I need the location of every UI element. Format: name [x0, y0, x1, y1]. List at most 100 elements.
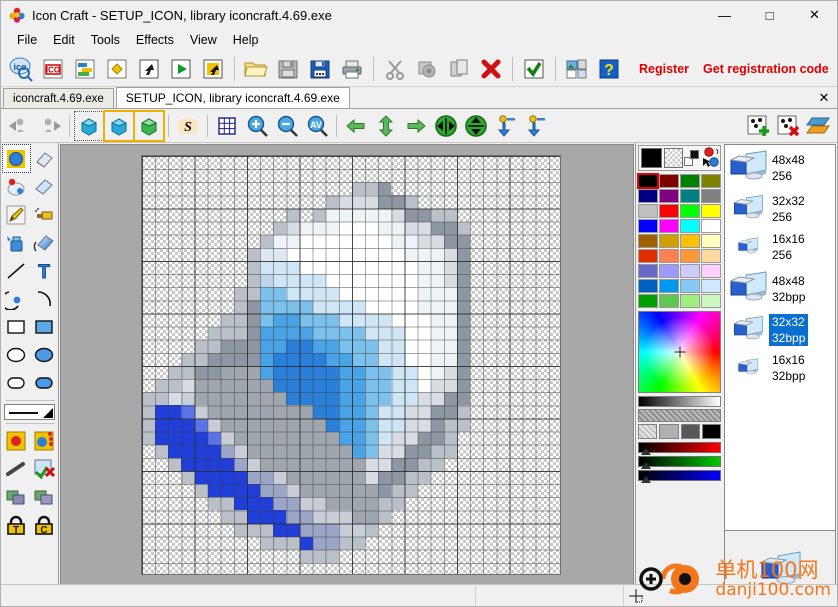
canvas-pixel[interactable] — [417, 326, 431, 340]
close-button[interactable]: ✕ — [792, 1, 837, 29]
color-swatch[interactable] — [659, 174, 679, 188]
save-icon[interactable] — [273, 54, 303, 84]
canvas-pixel[interactable] — [338, 313, 352, 327]
canvas-pixel[interactable] — [378, 208, 392, 222]
menu-edit[interactable]: Edit — [45, 31, 83, 49]
canvas-pixel[interactable] — [312, 339, 326, 353]
canvas-pixel[interactable] — [312, 510, 326, 524]
color-swatch[interactable] — [680, 219, 700, 233]
canvas-pixel[interactable] — [404, 313, 418, 327]
canvas-pixel[interactable] — [155, 392, 169, 406]
canvas-pixel[interactable] — [378, 326, 392, 340]
canvas-pixel[interactable] — [207, 392, 221, 406]
canvas-pixel[interactable] — [365, 484, 379, 498]
canvas-pixel[interactable] — [286, 444, 300, 458]
canvas-pixel[interactable] — [260, 392, 274, 406]
canvas-pixel[interactable] — [299, 497, 313, 511]
canvas-pixel[interactable] — [220, 379, 234, 393]
lock-color-tool[interactable]: C — [30, 511, 57, 538]
canvas-pixel[interactable] — [417, 444, 431, 458]
import-icon[interactable] — [198, 54, 228, 84]
canvas-pixel[interactable] — [142, 418, 156, 432]
menu-view[interactable]: View — [182, 31, 225, 49]
canvas-pixel[interactable] — [352, 195, 366, 209]
canvas-pixel[interactable] — [181, 352, 195, 366]
canvas-pixel[interactable] — [312, 261, 326, 275]
smooth-icon[interactable]: S — [174, 112, 202, 140]
canvas-pixel[interactable] — [352, 379, 366, 393]
alpha-row[interactable] — [638, 424, 721, 439]
canvas-pixel[interactable] — [352, 313, 366, 327]
canvas-pixel[interactable] — [260, 247, 274, 261]
color-swatch-grid[interactable] — [637, 173, 721, 308]
canvas-pixel[interactable] — [365, 195, 379, 209]
canvas-pixel[interactable] — [404, 208, 418, 222]
canvas-pixel[interactable] — [338, 208, 352, 222]
canvas-pixel[interactable] — [443, 418, 457, 432]
canvas-pixel[interactable] — [286, 471, 300, 485]
new-icon-icon[interactable]: ICO — [38, 54, 68, 84]
canvas-pixel[interactable] — [404, 392, 418, 406]
curve-tool[interactable] — [30, 285, 57, 312]
canvas-pixel[interactable] — [220, 326, 234, 340]
red-slider-knob[interactable] — [641, 448, 651, 455]
canvas-pixel[interactable] — [443, 352, 457, 366]
rotate-right-icon[interactable] — [402, 112, 430, 140]
canvas-pixel[interactable] — [352, 536, 366, 550]
canvas-pixel[interactable] — [207, 366, 221, 380]
canvas-pixel[interactable] — [260, 234, 274, 248]
cut-icon[interactable] — [380, 54, 410, 84]
color-swatch[interactable] — [701, 264, 721, 278]
canvas-pixel[interactable] — [365, 261, 379, 275]
flip-horizontal-icon[interactable] — [432, 112, 460, 140]
list-item[interactable]: 16x16 32bpp — [725, 349, 835, 387]
canvas-pixel[interactable] — [338, 300, 352, 314]
canvas-pixel[interactable] — [457, 221, 471, 235]
canvas-pixel[interactable] — [378, 431, 392, 445]
canvas-pixel[interactable] — [443, 339, 457, 353]
canvas-pixel[interactable] — [443, 247, 457, 261]
canvas-pixel[interactable] — [391, 484, 405, 498]
canvas-pixel[interactable] — [247, 274, 261, 288]
canvas-pixel[interactable] — [404, 261, 418, 275]
canvas-pixel[interactable] — [155, 418, 169, 432]
canvas-pixel[interactable] — [430, 234, 444, 248]
canvas-pixel[interactable] — [430, 457, 444, 471]
canvas-pixel[interactable] — [312, 536, 326, 550]
canvas-pixel[interactable] — [299, 444, 313, 458]
canvas-pixel[interactable] — [417, 366, 431, 380]
canvas-pixel[interactable] — [194, 339, 208, 353]
canvas-pixel[interactable] — [365, 444, 379, 458]
canvas-pixel[interactable] — [273, 300, 287, 314]
canvas-pixel[interactable] — [365, 326, 379, 340]
canvas-pixel[interactable] — [391, 274, 405, 288]
green-slider-knob[interactable] — [641, 462, 651, 469]
canvas-pixel[interactable] — [457, 352, 471, 366]
canvas-pixel[interactable] — [273, 405, 287, 419]
canvas-pixel[interactable] — [286, 274, 300, 288]
canvas-pixel[interactable] — [194, 431, 208, 445]
canvas-pixel[interactable] — [457, 379, 471, 393]
color-swatch[interactable] — [680, 234, 700, 248]
canvas-pixel[interactable] — [233, 392, 247, 406]
canvas-pixel[interactable] — [338, 431, 352, 445]
canvas-pixel[interactable] — [352, 234, 366, 248]
canvas-pixel[interactable] — [378, 274, 392, 288]
canvas-pixel[interactable] — [260, 261, 274, 275]
canvas-pixel[interactable] — [457, 274, 471, 288]
background-color-swatch[interactable] — [664, 148, 684, 168]
canvas-pixel[interactable] — [391, 392, 405, 406]
canvas-pixel[interactable] — [391, 405, 405, 419]
color-swatch[interactable] — [638, 204, 658, 218]
canvas-pixel[interactable] — [430, 247, 444, 261]
canvas-pixel[interactable] — [233, 339, 247, 353]
canvas-pixel[interactable] — [194, 392, 208, 406]
extract-icon-icon[interactable] — [134, 54, 164, 84]
canvas-pixel[interactable] — [299, 300, 313, 314]
canvas-pixel[interactable] — [299, 392, 313, 406]
green-slider[interactable] — [638, 456, 721, 469]
canvas-pixel[interactable] — [220, 339, 234, 353]
canvas-pixel[interactable] — [286, 313, 300, 327]
canvas-pixel[interactable] — [247, 352, 261, 366]
canvas-pixel[interactable] — [194, 484, 208, 498]
